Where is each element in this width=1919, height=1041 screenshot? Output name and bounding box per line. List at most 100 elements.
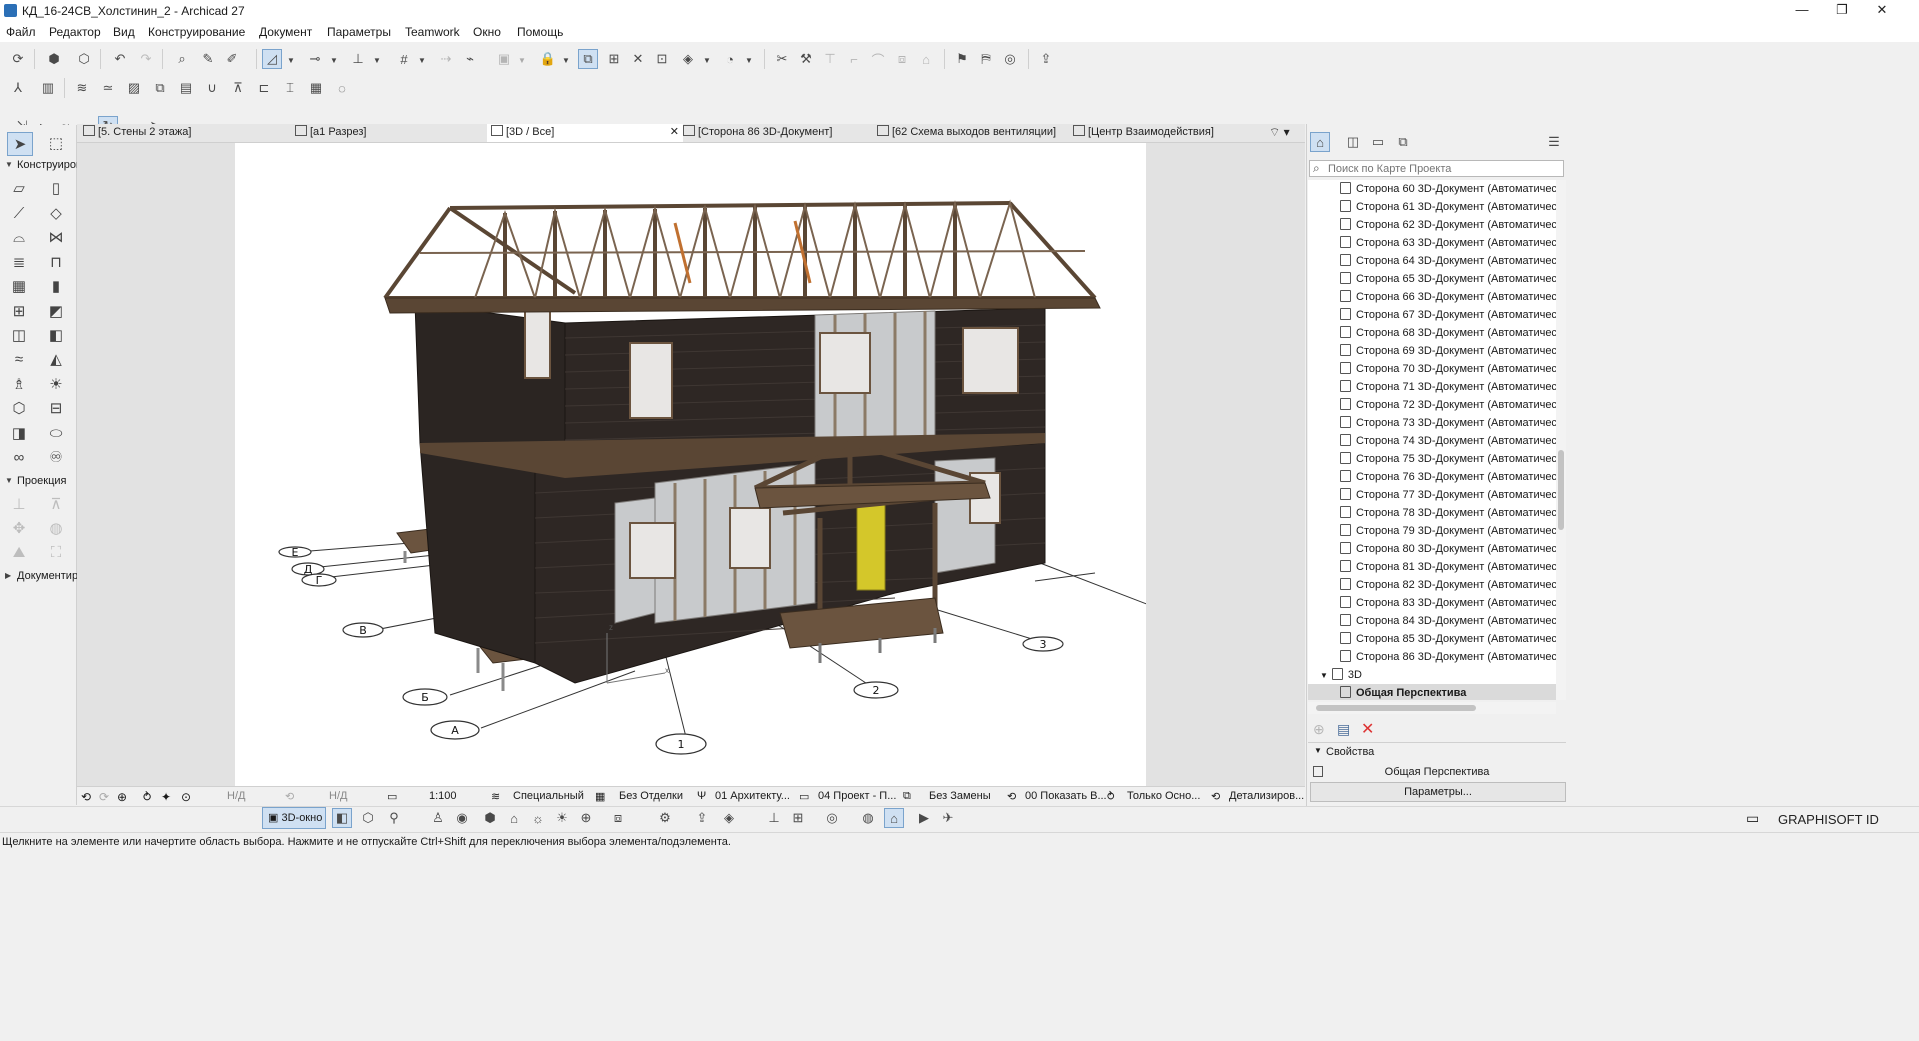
plane-icon[interactable]: ⊥ [764, 808, 784, 828]
interior-elevation-tool-icon[interactable]: ✥ [7, 517, 31, 539]
model-view-value[interactable]: 04 Проект - П... [818, 790, 896, 802]
show-value[interactable]: 00 Показать В... [1025, 790, 1107, 802]
settings-gear-icon[interactable]: ⚙ [655, 808, 675, 828]
angle-icon[interactable]: ⟲ [285, 790, 294, 803]
redo-icon[interactable]: ↷ [136, 49, 156, 69]
tab-3d[interactable]: [3D / Все] ✕ [487, 124, 683, 142]
split-icon[interactable]: ⧈ [892, 49, 912, 69]
column-tool-icon[interactable]: ▯ [44, 177, 68, 199]
camera-icon[interactable]: ◎ [822, 808, 842, 828]
mesh-icon[interactable]: ▦ [306, 78, 326, 98]
properties-section[interactable]: ▼ Свойства [1308, 742, 1566, 761]
elevation-tool-icon[interactable]: ⊼ [44, 493, 68, 515]
stack-icon[interactable]: ⧉ [150, 78, 170, 98]
home-view-icon[interactable]: ⌂ [884, 808, 904, 828]
menu-file[interactable]: Файл [6, 25, 36, 39]
new-view-icon[interactable]: ⊕ [1313, 721, 1325, 738]
cross-icon[interactable]: ✕ [628, 49, 648, 69]
light-icon[interactable]: ☀ [552, 808, 572, 828]
navigator-item[interactable]: Сторона 83 3D-Документ (Автоматически Пе… [1308, 594, 1556, 612]
navigator-folder-3d[interactable]: ▼ 3D [1308, 666, 1556, 684]
project-map-icon[interactable]: ⌂ [1310, 132, 1330, 152]
axonometry-icon[interactable]: ⬡ [358, 808, 378, 828]
project-map-search-input[interactable] [1309, 160, 1564, 177]
roof-icon[interactable]: ⊼ [228, 78, 248, 98]
navigator-item[interactable]: Сторона 78 3D-Документ (Автоматически Пе… [1308, 504, 1556, 522]
toolbox-section-construct[interactable]: ▼ Конструиров [0, 157, 82, 175]
arrow-tool-icon[interactable]: ➤ [7, 132, 33, 156]
find-select-icon[interactable]: ⌕ [172, 49, 192, 69]
beam-icon[interactable]: ⌶ [280, 78, 300, 98]
cut-icon[interactable]: ✂ [772, 49, 792, 69]
structure-value[interactable]: Только Осно... [1127, 790, 1200, 802]
detail-value[interactable]: Детализиров... [1229, 790, 1304, 802]
publisher-sets-icon[interactable]: ⧉ [1393, 132, 1413, 152]
tab-ventilation-layout[interactable]: [62 Схема выходов вентиляции] [877, 124, 1069, 142]
walk-person-icon[interactable]: ♙ [428, 808, 448, 828]
intersect-icon[interactable]: ⌐ [844, 49, 864, 69]
marquee-tool-icon[interactable]: ⬚ [44, 132, 68, 154]
undo-icon[interactable]: ↶ [110, 49, 130, 69]
navigator-item[interactable]: Сторона 72 3D-Документ (Автоматически Пе… [1308, 396, 1556, 414]
navigator-item[interactable]: Сторона 73 3D-Документ (Автоматически Пе… [1308, 414, 1556, 432]
3d-model-house[interactable]: Е Д Г В Б А 1 2 3 4 [235, 143, 1146, 786]
layer-combination[interactable]: Специальный [513, 790, 584, 802]
orbit-mode-icon[interactable]: ◉ [452, 808, 472, 828]
3d-view-icon[interactable]: ⬢ [44, 49, 64, 69]
rotate-view-icon[interactable]: ⟲ [81, 790, 91, 804]
lamp-tool-icon[interactable]: ☀ [44, 373, 68, 395]
maximize-button[interactable]: ❐ [1822, 0, 1862, 22]
navigator-item[interactable]: Сторона 84 3D-Документ (Автоматически Пе… [1308, 612, 1556, 630]
navigator-item[interactable]: Сторона 63 3D-Документ (Автоматически Пе… [1308, 234, 1556, 252]
binoculars-tool-icon[interactable]: ∞ [7, 446, 31, 468]
issue-icon[interactable]: ⛿ [976, 49, 996, 69]
change-tool-icon[interactable]: ⛶ [44, 541, 68, 563]
wall-tool-icon[interactable]: ▱ [7, 177, 31, 199]
suspend-groups-icon[interactable]: ⧉ [578, 49, 598, 69]
profile-tool-icon[interactable]: ◨ [7, 422, 31, 444]
navigator-item[interactable]: Сторона 85 3D-Документ (Автоматически Пе… [1308, 630, 1556, 648]
close-button[interactable]: ✕ [1862, 0, 1902, 22]
column-icon[interactable]: ∪ [202, 78, 222, 98]
adjust-icon[interactable]: ⚒ [796, 49, 816, 69]
video-icon[interactable]: ▶ [914, 808, 934, 828]
frame-icon[interactable]: ▥ [38, 78, 58, 98]
shading-icon[interactable]: ◔ [720, 49, 740, 69]
layers-icon[interactable]: ▣ [494, 49, 514, 69]
door-tool-icon[interactable]: ▮ [44, 275, 68, 297]
railing-tool-icon[interactable]: ⊓ [44, 251, 68, 273]
guide-lines-icon[interactable]: ◿ [262, 49, 282, 69]
clone-view-icon[interactable]: ▤ [1337, 721, 1350, 738]
publish-icon[interactable]: ⇪ [1036, 49, 1056, 69]
minimize-button[interactable]: — [1782, 0, 1822, 22]
flag-icon[interactable]: ⚑ [952, 49, 972, 69]
navigator-item[interactable]: Сторона 64 3D-Документ (Автоматически Пе… [1308, 252, 1556, 270]
toolbox-section-document[interactable]: ▶ Документир [0, 568, 78, 586]
corner-window-tool-icon[interactable]: ◧ [44, 324, 68, 346]
shell-tool-icon[interactable]: ⋈ [44, 226, 68, 248]
globe-icon[interactable]: ◎ [1000, 49, 1020, 69]
navigator-item[interactable]: Сторона 76 3D-Документ (Автоматически Пе… [1308, 468, 1556, 486]
connection-tool-icon[interactable]: ♾ [44, 446, 68, 468]
menu-help[interactable]: Помощь [517, 25, 563, 39]
orbit-view-icon[interactable]: ⥁ [143, 790, 151, 804]
worksheet-tool-icon[interactable]: ◍ [44, 517, 68, 539]
morph-icon[interactable]: ◌ [332, 78, 352, 98]
menu-options[interactable]: Параметры [327, 25, 391, 39]
graphisoft-id[interactable]: GRAPHISOFT ID [1778, 812, 1879, 827]
expand-chevron-icon[interactable]: ▼ [1320, 671, 1328, 680]
fit-icon[interactable]: ⊞ [604, 49, 624, 69]
select-icon[interactable]: ⇪ [692, 808, 712, 828]
navigator-horizontal-scrollbar[interactable] [1308, 702, 1556, 714]
walk-icon[interactable]: ✦ [161, 790, 171, 804]
navigator-menu-icon[interactable]: ☰ [1543, 132, 1565, 152]
structural-analysis-icon[interactable]: ⅄ [8, 78, 28, 98]
detail-tool-icon[interactable]: ⛰ [7, 541, 31, 563]
fly-icon[interactable]: ✈ [938, 808, 958, 828]
angle-value[interactable]: Н/Д [329, 790, 347, 802]
zoom-in-icon[interactable]: ⊕ [117, 790, 127, 804]
teamwork-icon[interactable]: ⟳ [8, 49, 28, 69]
grid-snap-icon[interactable]: # [394, 49, 414, 69]
navigator-item[interactable]: Сторона 67 3D-Документ (Автоматически Пе… [1308, 306, 1556, 324]
morph-tool-icon[interactable]: ◭ [44, 348, 68, 370]
